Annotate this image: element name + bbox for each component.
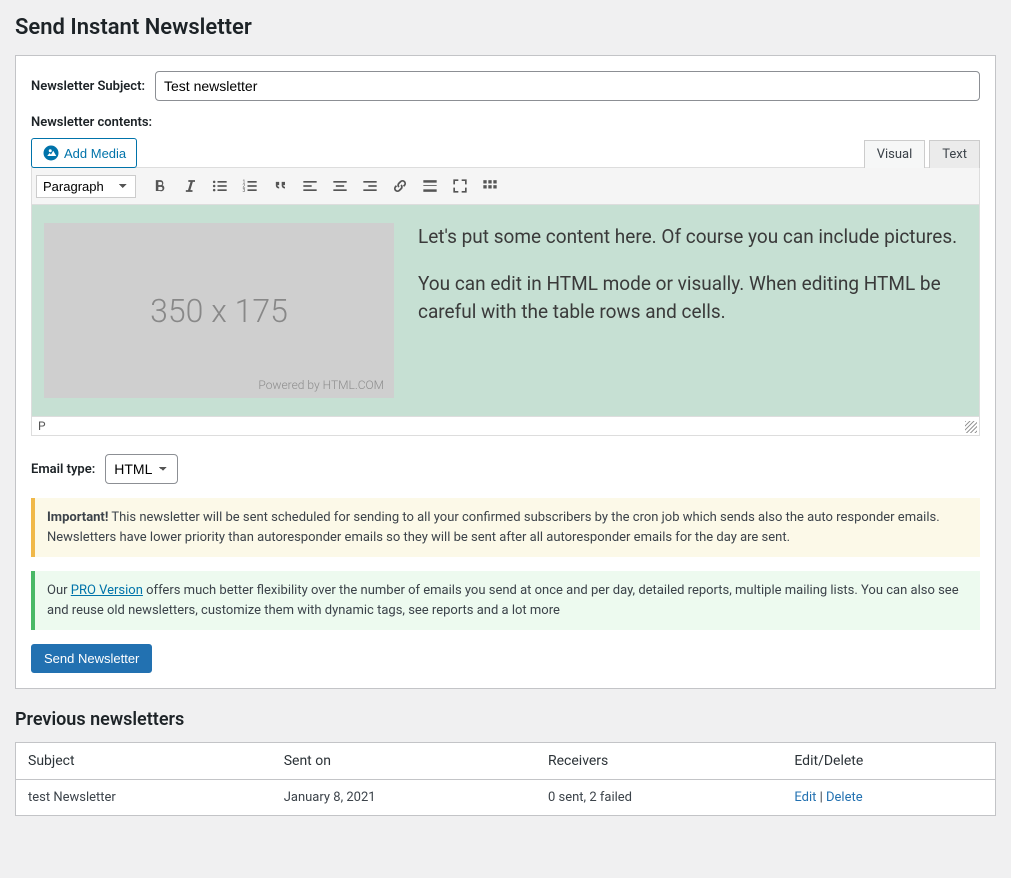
- editor-paragraph-1: Let's put some content here. Of course y…: [418, 223, 967, 252]
- link-icon[interactable]: [386, 172, 414, 200]
- th-sent-on: Sent on: [272, 743, 536, 780]
- th-subject: Subject: [16, 743, 272, 780]
- editor-paragraph-2: You can edit in HTML mode or visually. W…: [418, 270, 967, 327]
- align-right-icon[interactable]: [356, 172, 384, 200]
- th-actions: Edit/Delete: [782, 743, 995, 780]
- previous-newsletters-heading: Previous newsletters: [15, 709, 996, 730]
- blockquote-icon[interactable]: [266, 172, 294, 200]
- svg-text:3: 3: [243, 188, 246, 194]
- pro-version-link[interactable]: PRO Version: [71, 583, 143, 598]
- add-media-label: Add Media: [64, 146, 126, 161]
- media-icon: [42, 144, 60, 162]
- pro-text-pre: Our: [47, 583, 71, 598]
- resize-handle-icon[interactable]: [965, 421, 977, 433]
- previous-newsletters-table: Subject Sent on Receivers Edit/Delete te…: [15, 742, 996, 816]
- subject-label: Newsletter Subject:: [31, 79, 145, 94]
- subject-input[interactable]: [155, 71, 980, 101]
- editor-tabs: Visual Text: [864, 140, 980, 168]
- email-type-label: Email type:: [31, 462, 95, 477]
- send-newsletter-button[interactable]: Send Newsletter: [31, 644, 152, 673]
- editor-text: Let's put some content here. Of course y…: [418, 223, 967, 345]
- placeholder-dimensions: 350 x 175: [150, 292, 288, 330]
- page-title: Send Instant Newsletter: [15, 15, 996, 40]
- placeholder-powered-by: Powered by HTML.COM: [258, 378, 384, 392]
- editor-content-area[interactable]: 350 x 175 Powered by HTML.COM Let's put …: [31, 205, 980, 417]
- placeholder-image[interactable]: 350 x 175 Powered by HTML.COM: [44, 223, 394, 398]
- pro-notice: Our PRO Version offers much better flexi…: [31, 571, 980, 630]
- read-more-icon[interactable]: [416, 172, 444, 200]
- cell-subject: test Newsletter: [16, 780, 272, 816]
- align-left-icon[interactable]: [296, 172, 324, 200]
- cell-receivers: 0 sent, 2 failed: [536, 780, 782, 816]
- th-receivers: Receivers: [536, 743, 782, 780]
- editor-path: P: [38, 419, 46, 433]
- email-type-select[interactable]: HTML: [105, 454, 178, 484]
- toolbar-toggle-icon[interactable]: [476, 172, 504, 200]
- editor-status-bar: P: [31, 417, 980, 436]
- cell-actions: Edit | Delete: [782, 780, 995, 816]
- pro-text-post: offers much better flexibility over the …: [47, 583, 959, 618]
- bold-icon[interactable]: [146, 172, 174, 200]
- newsletter-form-panel: Newsletter Subject: Newsletter contents:…: [15, 55, 996, 689]
- bullet-list-icon[interactable]: [206, 172, 234, 200]
- italic-icon[interactable]: [176, 172, 204, 200]
- delete-link[interactable]: Delete: [826, 790, 863, 805]
- editor-toolbar: Paragraph 123: [31, 167, 980, 205]
- contents-label: Newsletter contents:: [31, 115, 980, 130]
- format-select[interactable]: Paragraph: [36, 175, 136, 198]
- numbered-list-icon[interactable]: 123: [236, 172, 264, 200]
- tab-text[interactable]: Text: [929, 140, 980, 168]
- tab-visual[interactable]: Visual: [864, 140, 926, 168]
- edit-link[interactable]: Edit: [794, 790, 816, 805]
- important-notice: Important! This newsletter will be sent …: [31, 498, 980, 557]
- fullscreen-icon[interactable]: [446, 172, 474, 200]
- align-center-icon[interactable]: [326, 172, 354, 200]
- important-label: Important!: [47, 510, 108, 525]
- add-media-button[interactable]: Add Media: [31, 138, 137, 168]
- table-row: test Newsletter January 8, 2021 0 sent, …: [16, 780, 996, 816]
- important-text: This newsletter will be sent scheduled f…: [47, 510, 940, 545]
- cell-sent-on: January 8, 2021: [272, 780, 536, 816]
